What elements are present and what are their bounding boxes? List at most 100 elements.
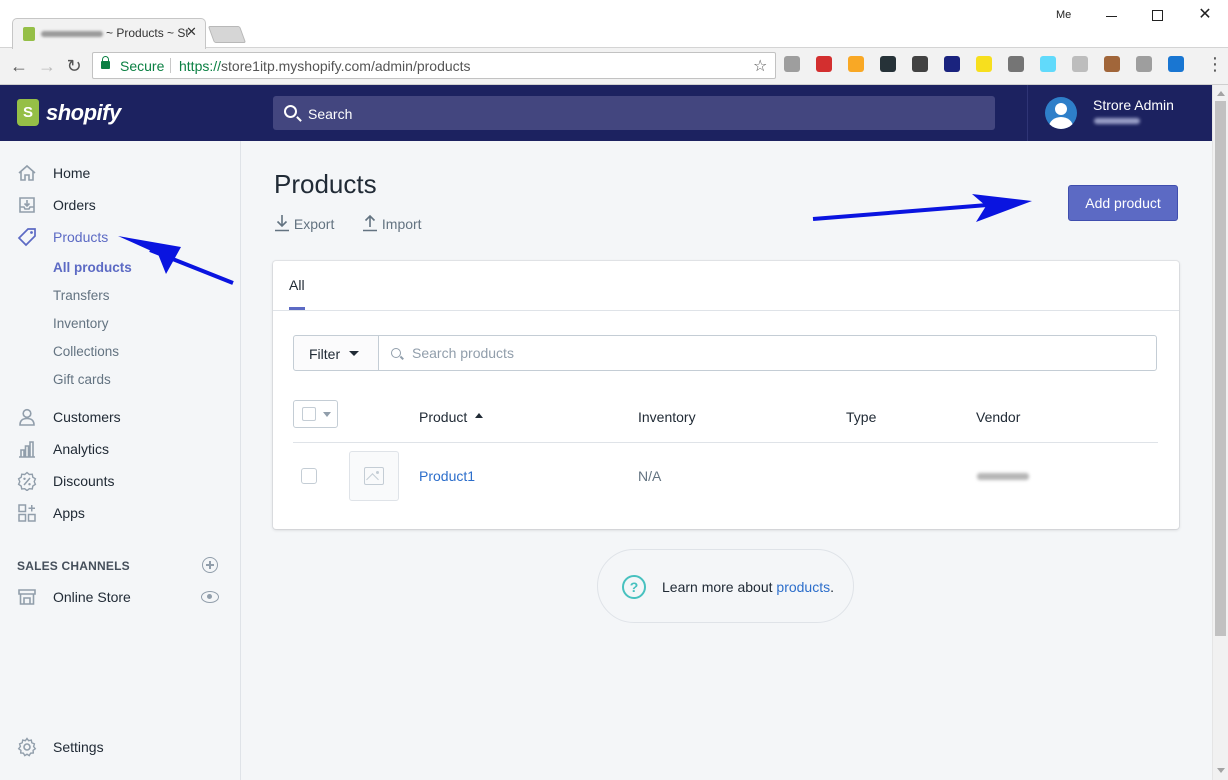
- window-close-icon[interactable]: ✕: [1190, 4, 1220, 28]
- user-menu[interactable]: Strore Admin: [1027, 85, 1212, 141]
- minimize-icon[interactable]: [1096, 4, 1126, 28]
- product-thumbnail[interactable]: [349, 451, 399, 501]
- bookmark-star-icon[interactable]: ☆: [753, 56, 767, 76]
- learn-more-text: Learn more about products.: [662, 579, 834, 595]
- sidebar-item-apps[interactable]: Apps: [0, 498, 240, 528]
- storefront-icon: [18, 589, 36, 605]
- paw-extension-icon[interactable]: [848, 56, 864, 72]
- page-scrollbar[interactable]: [1212, 85, 1228, 780]
- admin-search-bar[interactable]: Search: [273, 96, 995, 130]
- add-sales-channel-icon[interactable]: [202, 557, 218, 573]
- discount-icon: [17, 471, 37, 491]
- cookie-extension-icon[interactable]: [1104, 56, 1120, 72]
- brackets-extension-icon[interactable]: [1072, 56, 1088, 72]
- jb-extension-icon[interactable]: [912, 56, 928, 72]
- sidebar-item-label: Online Store: [53, 589, 131, 605]
- tab-divider: [273, 310, 1179, 311]
- row-checkbox[interactable]: [301, 468, 317, 484]
- globe-extension-icon[interactable]: [784, 56, 800, 72]
- react-extension-icon[interactable]: [1040, 56, 1056, 72]
- sidebar-item-products[interactable]: Products: [0, 222, 240, 252]
- address-bar[interactable]: Secure https://store1itp.myshopify.com/a…: [92, 52, 776, 79]
- browser-chrome: ~ Products ~ St ✕ Me ✕ ← → ↻ Secure http…: [0, 0, 1228, 85]
- sort-ascending-icon[interactable]: [475, 413, 483, 418]
- sidebar-item-label: Customers: [53, 409, 121, 425]
- column-header-vendor[interactable]: Vendor: [976, 409, 1020, 425]
- sidebar-item-discounts[interactable]: Discounts: [0, 466, 240, 496]
- sidebar-subitem-collections[interactable]: Collections: [53, 344, 119, 359]
- shopify-favicon-icon: [23, 27, 35, 41]
- column-header-type[interactable]: Type: [846, 409, 876, 425]
- scroll-up-arrow-icon[interactable]: [1217, 91, 1225, 96]
- pocket-extension-icon[interactable]: [1168, 56, 1184, 72]
- export-button[interactable]: Export: [274, 214, 334, 232]
- reload-icon[interactable]: ↻: [64, 56, 84, 76]
- scroll-down-arrow-icon[interactable]: [1217, 768, 1225, 773]
- search-products-input[interactable]: [378, 335, 1157, 371]
- sidebar-item-home[interactable]: Home: [0, 158, 240, 188]
- filter-button[interactable]: Filter: [293, 335, 379, 371]
- column-header-product[interactable]: Product: [419, 409, 467, 425]
- window-user-label[interactable]: Me: [1056, 9, 1071, 21]
- tab-all[interactable]: All: [289, 277, 305, 293]
- js-extension-icon[interactable]: [976, 56, 992, 72]
- image-placeholder-icon: [364, 467, 384, 485]
- bar-chart-icon: [19, 441, 35, 458]
- shopify-logo[interactable]: shopify: [0, 85, 240, 141]
- sidebar-item-orders[interactable]: Orders: [0, 190, 240, 220]
- caret-down-icon: [323, 412, 331, 417]
- column-header-inventory[interactable]: Inventory: [638, 409, 696, 425]
- tab-strip: ~ Products ~ St ✕ Me ✕: [0, 0, 1228, 49]
- tab-title: ~ Products ~ St: [106, 26, 188, 40]
- scroll-thumb[interactable]: [1215, 101, 1226, 636]
- browser-tab[interactable]: ~ Products ~ St ✕: [12, 18, 206, 49]
- bug-extension-icon[interactable]: [1008, 56, 1024, 72]
- sidebar-subitem-gift-cards[interactable]: Gift cards: [53, 372, 111, 387]
- add-product-button[interactable]: Add product: [1068, 185, 1178, 221]
- sidebar-item-settings[interactable]: Settings: [0, 732, 240, 762]
- sidebar-item-analytics[interactable]: Analytics: [0, 434, 240, 464]
- search-label: Search: [308, 106, 353, 122]
- back-arrow-icon[interactable]: ←: [9, 56, 29, 76]
- filter-label: Filter: [309, 346, 341, 362]
- import-button[interactable]: Import: [362, 214, 422, 232]
- maximize-icon[interactable]: [1142, 4, 1172, 28]
- apps-icon: [18, 504, 36, 522]
- resize-extension-icon[interactable]: [1136, 56, 1152, 72]
- e-extension-icon[interactable]: [880, 56, 896, 72]
- url-host: store1itp.myshopify.com: [221, 58, 371, 74]
- new-tab-button[interactable]: [207, 26, 247, 43]
- sidebar-item-label: Apps: [53, 505, 85, 521]
- lock-extension-icon[interactable]: [816, 56, 832, 72]
- orders-icon: [19, 197, 35, 213]
- page-title: Products: [274, 169, 377, 199]
- learn-products-link[interactable]: products: [776, 579, 830, 595]
- sidebar-item-label: Analytics: [53, 441, 110, 457]
- forward-arrow-icon[interactable]: →: [37, 56, 57, 76]
- question-circle-icon: ?: [622, 575, 646, 599]
- chrome-menu-icon[interactable]: ⋮: [1206, 54, 1224, 75]
- sidebar-subitem-transfers[interactable]: Transfers: [53, 288, 110, 303]
- sidebar-item-label: Orders: [53, 197, 96, 213]
- view-store-eye-icon[interactable]: [201, 591, 219, 603]
- sidebar-subitem-inventory[interactable]: Inventory: [53, 316, 109, 331]
- sidebar-item-customers[interactable]: Customers: [0, 402, 240, 432]
- sidebar-item-label: Discounts: [53, 473, 115, 489]
- download-icon: [275, 215, 289, 232]
- product-link[interactable]: Product1: [419, 468, 475, 484]
- learn-prefix: Learn more about: [662, 579, 777, 595]
- store-name-redacted: [1094, 118, 1140, 124]
- tag-icon: [17, 228, 36, 247]
- url-scheme: https://: [179, 58, 222, 74]
- bulk-select-checkbox[interactable]: [293, 400, 338, 428]
- caret-down-icon: [349, 351, 359, 356]
- export-label: Export: [293, 216, 335, 232]
- tab-close-icon[interactable]: ✕: [186, 24, 197, 40]
- url-text[interactable]: https://store1itp.myshopify.com/admin/pr…: [179, 58, 471, 74]
- search-icon: [284, 105, 297, 118]
- home-icon: [18, 164, 36, 181]
- tab-title-redacted: [41, 31, 103, 37]
- sidebar-item-label: Products: [53, 229, 109, 245]
- react-dark-extension-icon[interactable]: [944, 56, 960, 72]
- sidebar-subitem-all-products[interactable]: All products: [53, 260, 132, 275]
